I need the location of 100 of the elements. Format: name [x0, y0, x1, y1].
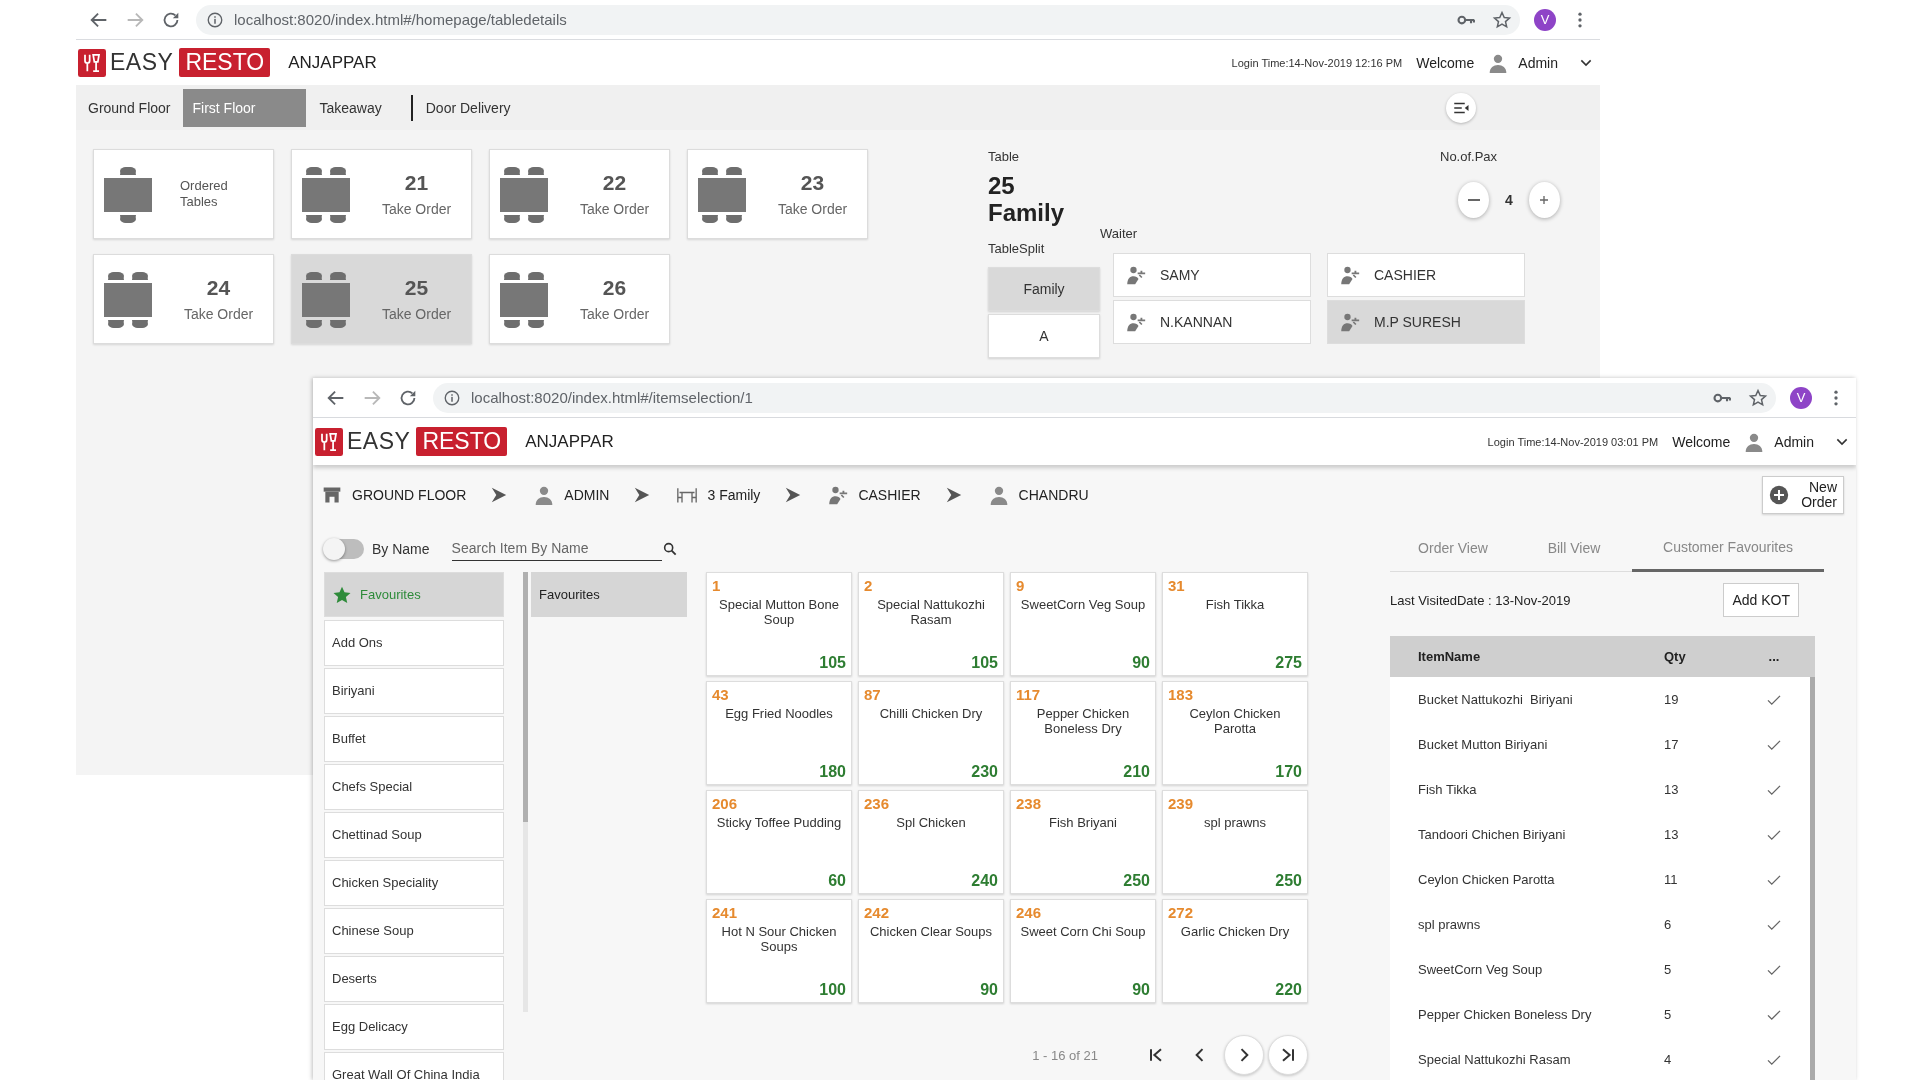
category-item[interactable]: Great Wall Of China India: [324, 1052, 504, 1080]
table-card[interactable]: 25 Take Order: [291, 254, 472, 344]
item-card[interactable]: 272 Garlic Chicken Dry 220: [1162, 899, 1308, 1003]
item-card[interactable]: 43 Egg Fried Noodles 180: [706, 681, 852, 785]
item-code: 241: [712, 904, 739, 921]
item-price: 240: [970, 872, 998, 890]
breadcrumb-item[interactable]: CASHIER: [858, 487, 921, 503]
floor-tab[interactable]: Ground Floor: [79, 88, 180, 127]
category-item[interactable]: Buffet: [324, 716, 504, 762]
item-card[interactable]: 2 Special Nattukozhi Rasam 105: [858, 572, 1004, 676]
subcategory-item[interactable]: Favourites: [531, 572, 687, 617]
table-number: 24: [206, 276, 231, 300]
table-card[interactable]: 26 Take Order: [489, 254, 670, 344]
category-item[interactable]: Add Ons: [324, 620, 504, 666]
item-price: 90: [979, 981, 998, 999]
item-card[interactable]: 239 spl prawns 250: [1162, 790, 1308, 894]
logo-badge: RESTO: [416, 427, 508, 456]
info-icon: [206, 10, 224, 29]
category-item[interactable]: Chinese Soup: [324, 908, 504, 954]
toggle-label: By Name: [372, 540, 430, 557]
bookmark-star-icon[interactable]: [1748, 387, 1768, 408]
item-name: Special Mutton Bone Soup: [718, 597, 840, 629]
split-button[interactable]: Family: [988, 267, 1100, 311]
table-number: 25: [404, 276, 429, 300]
column-header: Qty: [1664, 649, 1687, 664]
search-icon[interactable]: [661, 540, 678, 557]
breadcrumb-item[interactable]: ADMIN: [564, 487, 610, 503]
scrollbar[interactable]: [523, 572, 528, 1012]
page-info: 1 - 16 of 21: [1032, 1047, 1098, 1063]
waiter-button[interactable]: N.KANNAN: [1113, 300, 1311, 344]
table-icon: [677, 485, 698, 505]
user-name[interactable]: Admin: [1774, 433, 1814, 450]
add-kot-button[interactable]: Add KOT: [1723, 583, 1799, 617]
table-cell-text: 19: [1664, 692, 1680, 707]
item-card[interactable]: 1 Special Mutton Bone Soup 105: [706, 572, 852, 676]
category-item[interactable]: Chefs Special: [324, 764, 504, 810]
table-status: Take Order: [381, 201, 452, 217]
waiter-button[interactable]: M.P SURESH: [1327, 300, 1525, 344]
table-cell-text: Special Nattukozhi Rasam: [1418, 1052, 1572, 1067]
item-card[interactable]: 238 Fish Briyani 250: [1010, 790, 1156, 894]
new-order-button[interactable]: New Order: [1762, 476, 1844, 514]
address-bar[interactable]: localhost:8020/index.html#/homepage/tabledetails: [196, 4, 1520, 35]
login-time: Login Time:14-Nov-2019 12:16 PM: [1231, 56, 1403, 69]
waiter-icon: [1340, 312, 1360, 332]
address-bar[interactable]: localhost:8020/index.html#/itemselection/1: [433, 382, 1776, 413]
table-card[interactable]: 21 Take Order: [291, 149, 472, 239]
floor-tab[interactable]: Takeaway: [310, 88, 391, 127]
waiter-button[interactable]: SAMY: [1113, 253, 1311, 297]
item-price: 180: [818, 763, 846, 781]
item-code: 239: [1168, 795, 1195, 812]
item-card[interactable]: 206 Sticky Toffee Pudding 60: [706, 790, 852, 894]
table-card[interactable]: 22 Take Order: [489, 149, 670, 239]
search-field[interactable]: Search Item By Name: [451, 536, 662, 561]
toggle-switch[interactable]: [324, 538, 364, 559]
floor-tab[interactable]: Door Delivery: [416, 88, 520, 127]
item-price: 210: [1122, 763, 1150, 781]
category-item[interactable]: Deserts: [324, 956, 504, 1002]
item-name: Special Nattukozhi Rasam: [876, 597, 986, 629]
item-card[interactable]: 117 Pepper Chicken Boneless Dry 210: [1010, 681, 1156, 785]
item-name: SweetCorn Veg Soup: [1019, 597, 1147, 614]
column-header: ItemName: [1418, 649, 1482, 664]
increase-button[interactable]: [1528, 182, 1560, 218]
category-item[interactable]: Chicken Speciality: [324, 860, 504, 906]
item-card[interactable]: 31 Fish Tikka 275: [1162, 572, 1308, 676]
breadcrumb-item[interactable]: GROUND FLOOR: [352, 487, 467, 503]
item-code: 238: [1016, 795, 1043, 812]
profile-avatar[interactable]: V: [1534, 8, 1556, 31]
item-card[interactable]: 87 Chilli Chicken Dry 230: [858, 681, 1004, 785]
item-card[interactable]: 242 Chicken Clear Soups 90: [858, 899, 1004, 1003]
profile-avatar[interactable]: V: [1790, 386, 1812, 409]
user-name[interactable]: Admin: [1518, 54, 1558, 71]
breadcrumb-item[interactable]: CHANDRU: [1018, 487, 1089, 503]
table-name: 25 Family: [988, 172, 1066, 226]
item-card[interactable]: 236 Spl Chicken 240: [858, 790, 1004, 894]
item-card[interactable]: 241 Hot N Sour Chicken Soups 100: [706, 899, 852, 1003]
item-price: 250: [1122, 872, 1150, 890]
item-price: 100: [818, 981, 846, 999]
table-cell-text: Tandoori Chichen Biriyani: [1418, 827, 1567, 842]
menu-button[interactable]: [1446, 92, 1476, 123]
item-name: Spl Chicken: [895, 815, 967, 832]
decrease-button[interactable]: [1458, 182, 1490, 218]
category-item[interactable]: Chettinad Soup: [324, 812, 504, 858]
table-card[interactable]: 23 Take Order: [687, 149, 868, 239]
category-item[interactable]: Biriyani: [324, 668, 504, 714]
table-cell-text: 5: [1664, 1007, 1673, 1022]
last-page-button[interactable]: [1268, 1035, 1308, 1075]
last-visited-date: Last VisitedDate : 13-Nov-2019: [1390, 592, 1571, 608]
bookmark-star-icon[interactable]: [1492, 9, 1512, 30]
item-code: 206: [712, 795, 739, 812]
item-card[interactable]: 183 Ceylon Chicken Parotta 170: [1162, 681, 1308, 785]
table-cell-text: 13: [1664, 827, 1680, 842]
breadcrumb-item[interactable]: 3 Family: [707, 487, 761, 503]
waiter-icon: [1126, 265, 1146, 285]
category-item[interactable]: Egg Delicacy: [324, 1004, 504, 1050]
waiter-button[interactable]: CASHIER: [1327, 253, 1525, 297]
item-card[interactable]: 246 Sweet Corn Chi Soup 90: [1010, 899, 1156, 1003]
table-card[interactable]: 24 Take Order: [93, 254, 274, 344]
split-button[interactable]: A: [988, 314, 1100, 358]
item-card[interactable]: 9 SweetCorn Veg Soup 90: [1010, 572, 1156, 676]
waiter-icon: [1340, 265, 1360, 285]
